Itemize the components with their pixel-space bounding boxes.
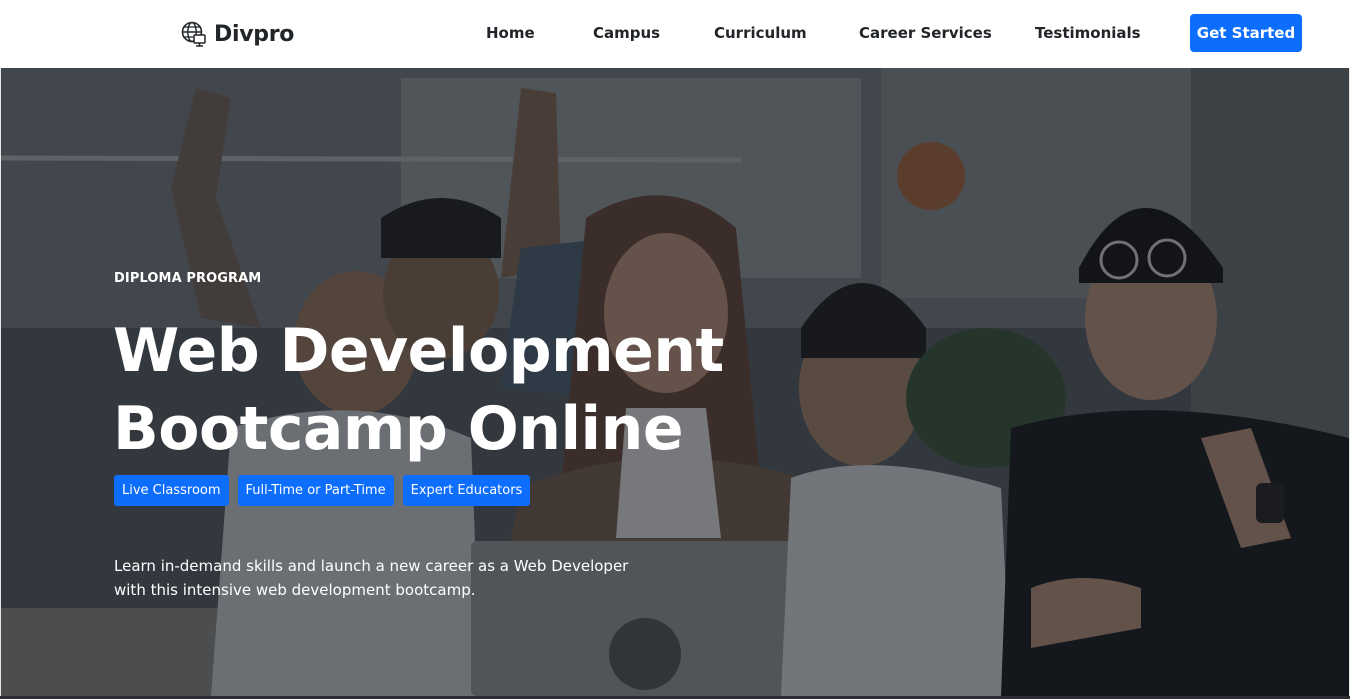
- hero-title-line-2: Bootcamp Online: [113, 394, 684, 464]
- nav-link-testimonials[interactable]: Testimonials: [1035, 24, 1141, 42]
- main-navigation: Home Campus Curriculum Career Services T…: [0, 0, 1350, 68]
- badge-expert-educators: Expert Educators: [402, 475, 531, 506]
- badge-live-classroom: Live Classroom: [114, 475, 229, 506]
- hero-description: Learn in-demand skills and launch a new …: [114, 554, 634, 602]
- get-started-button[interactable]: Get Started: [1190, 14, 1302, 52]
- hero-description-line-2: with this intensive web development boot…: [114, 581, 476, 599]
- nav-link-career-services[interactable]: Career Services: [859, 24, 992, 42]
- nav-link-home[interactable]: Home: [486, 24, 535, 42]
- badge-schedule: Full-Time or Part-Time: [237, 475, 394, 506]
- top-navbar: Divpro Home Campus Curriculum Career Ser…: [0, 0, 1350, 68]
- hero-eyebrow: DIPLOMA PROGRAM: [114, 271, 262, 286]
- hero-section: DIPLOMA PROGRAM Web Development Bootcamp…: [1, 68, 1349, 696]
- hero-content: DIPLOMA PROGRAM Web Development Bootcamp…: [1, 68, 1349, 696]
- hero-title: Web Development Bootcamp Online: [113, 312, 753, 468]
- feature-badges: Live Classroom Full-Time or Part-Time Ex…: [114, 475, 531, 506]
- nav-link-curriculum[interactable]: Curriculum: [714, 24, 807, 42]
- hero-description-line-1: Learn in-demand skills and launch a new …: [114, 557, 629, 575]
- nav-link-campus[interactable]: Campus: [593, 24, 660, 42]
- page-frame-left: [0, 68, 1, 699]
- hero-title-line-1: Web Development: [113, 316, 724, 386]
